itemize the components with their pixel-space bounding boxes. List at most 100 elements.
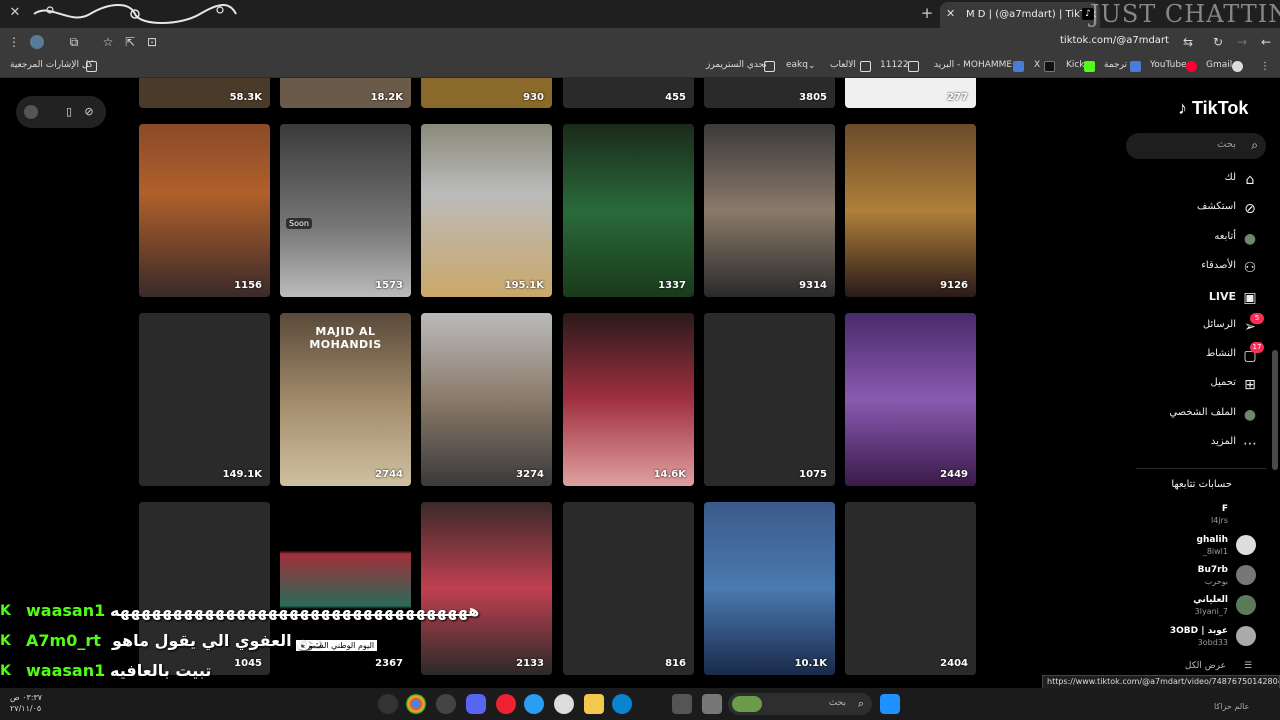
sidebar-item-friends[interactable]: الأصدقاء ⚇ <box>1150 257 1266 279</box>
app-icon[interactable] <box>496 694 516 714</box>
view-count: 277 <box>947 92 968 103</box>
bookmark-star-icon[interactable]: ☆ <box>100 34 116 50</box>
address-bar[interactable]: tiktok.com/@a7mdart <box>1060 35 1169 46</box>
sidebar-item-label: الملف الشخصي <box>1169 407 1236 418</box>
following-account[interactable]: Fl4jrs <box>1130 502 1260 532</box>
new-tab-icon[interactable]: + <box>920 5 934 21</box>
more-bookmarks-icon[interactable]: ⋮ <box>1260 61 1271 72</box>
video-tile[interactable]: 10.1K <box>704 502 835 675</box>
bookmark-games[interactable]: الالعاب <box>830 60 856 70</box>
video-tile[interactable]: 18.2K <box>280 78 411 108</box>
chat-message: Kwaasan1 هههههههههههههههههههههههههههههههه… <box>0 601 479 623</box>
steam-icon[interactable] <box>436 694 456 714</box>
video-tile[interactable]: 455 <box>563 78 694 108</box>
video-tile[interactable]: 277 <box>845 78 976 108</box>
folder-icon <box>908 61 919 72</box>
taskbar-clock[interactable]: ٠٣:٣٧ ص ٢٧/١١/٠٥ <box>10 692 42 714</box>
search-input[interactable]: بحث ⌕ <box>1126 133 1266 159</box>
soon-label: Soon <box>286 218 312 229</box>
video-thumbnail <box>704 502 835 675</box>
taskbar-search[interactable]: بحث ⌕ <box>728 693 872 715</box>
share-icon[interactable]: ⇱ <box>122 34 138 50</box>
app-icon[interactable] <box>524 694 544 714</box>
avatar <box>1236 535 1256 555</box>
notification-badge: 5 <box>1250 313 1264 324</box>
bookmark-translate[interactable]: ترجمة <box>1104 60 1127 70</box>
video-tile[interactable]: 2449 <box>845 313 976 486</box>
install-app-icon[interactable]: ⊡ <box>144 34 160 50</box>
video-tile[interactable]: 930 <box>421 78 552 108</box>
obs-icon[interactable] <box>378 694 398 714</box>
page-scrollbar[interactable] <box>1272 80 1278 680</box>
sidebar-item-profile-avatar[interactable]: الملف الشخصي ● <box>1150 404 1266 426</box>
video-thumbnail <box>563 124 694 297</box>
video-tile[interactable]: 1156 <box>139 124 270 297</box>
bookmark-x[interactable]: X <box>1034 60 1040 70</box>
bookmark-11122[interactable]: 11122 <box>880 60 909 70</box>
sidebar-item-live[interactable]: LIVE ▣ <box>1150 287 1266 309</box>
compass-icon[interactable]: ⊘ <box>82 105 96 119</box>
bookmark-eakq[interactable]: eakq <box>786 60 808 70</box>
video-tile[interactable]: 2404 <box>845 502 976 675</box>
extensions-icon[interactable]: ⧉ <box>66 34 82 50</box>
kebab-menu-icon[interactable]: ⋮ <box>6 34 22 50</box>
sidebar-item-following-avatar[interactable]: أتابعه ● <box>1150 228 1266 250</box>
video-tile[interactable]: 3805 <box>704 78 835 108</box>
video-tile[interactable]: 2133 <box>421 502 552 675</box>
video-tile[interactable]: 3274 <box>421 313 552 486</box>
video-tile[interactable]: 149.1K <box>139 313 270 486</box>
tiktok-logo[interactable]: ♪ TikTok <box>1178 98 1258 122</box>
video-tile[interactable]: 14.6K <box>563 313 694 486</box>
site-settings-icon[interactable]: ⇆ <box>1180 34 1196 50</box>
video-tile[interactable]: Soon 1573 <box>280 124 411 297</box>
video-tile[interactable]: 195.1K <box>421 124 552 297</box>
following-account[interactable]: Bu7rb بوحرب <box>1130 563 1260 593</box>
video-tile[interactable]: 9314 <box>704 124 835 297</box>
forward-icon[interactable]: → <box>1234 34 1250 50</box>
bookmark-streamers-challenge[interactable]: تحدي الستريمرز <box>706 60 767 70</box>
browser-toolbar: ⋮ ⧉ ☆ ⇱ ⊡ tiktok.com/@a7mdart ⇆ ↻ → ← <box>0 28 1280 56</box>
discord-icon[interactable] <box>466 694 486 714</box>
video-tile[interactable]: 816 <box>563 502 694 675</box>
bookmark-youtube[interactable]: YouTube <box>1150 60 1187 70</box>
windows-start-icon[interactable] <box>880 694 900 714</box>
view-count: 2133 <box>516 658 544 669</box>
back-icon[interactable]: ← <box>1258 34 1274 50</box>
sidebar-item-more[interactable]: المزيد ⋯ <box>1150 433 1266 455</box>
store-icon[interactable] <box>672 694 692 714</box>
tab-tiktok[interactable]: ✕ M D | (@a7mdart) | TikTok ♪ <box>940 2 1100 28</box>
sidebar-item-activity[interactable]: النشاط ▢ 17 <box>1150 342 1266 367</box>
video-tile[interactable]: MAJID AL MOHANDIS 2744 <box>280 313 411 486</box>
mobile-icon[interactable]: ▯ <box>62 105 76 119</box>
chrome-icon[interactable] <box>406 694 426 714</box>
video-tile[interactable]: 1337 <box>563 124 694 297</box>
video-tile[interactable]: 58.3K <box>139 78 270 108</box>
reload-icon[interactable]: ↻ <box>1210 34 1226 50</box>
see-all-link[interactable]: عرض الكل <box>1185 661 1226 671</box>
tab-close-icon[interactable]: ✕ <box>946 7 955 20</box>
following-account[interactable]: ghalih _8iwl1 <box>1130 533 1260 563</box>
hp-icon[interactable] <box>554 694 574 714</box>
youtube-icon <box>1186 61 1197 72</box>
edge-icon[interactable] <box>612 694 632 714</box>
bookmark-mail[interactable]: البريد - MOHAMME... <box>934 60 1021 70</box>
task-view-icon[interactable] <box>702 694 722 714</box>
bookmark-all[interactable]: كل الإشارات المرجعية <box>10 60 93 70</box>
video-tile[interactable]: 9126 <box>845 124 976 297</box>
avatar-icon[interactable] <box>24 105 38 119</box>
file-explorer-icon[interactable] <box>584 694 604 714</box>
sidebar-item-messages[interactable]: الرسائل ➢ 5 <box>1150 313 1266 338</box>
profile-avatar-icon[interactable] <box>30 35 44 49</box>
sidebar-item-compass[interactable]: استكشف ⊘ <box>1150 198 1266 220</box>
video-tile[interactable]: 1075 <box>704 313 835 486</box>
following-account[interactable]: العلياني 3lyani_7 <box>1130 593 1260 623</box>
scrollbar-thumb[interactable] <box>1272 350 1278 470</box>
view-count: 2449 <box>940 469 968 480</box>
sidebar-item-upload[interactable]: تحميل ⊞ <box>1150 374 1266 396</box>
window-close-icon[interactable]: ✕ <box>8 6 22 20</box>
bookmark-gmail[interactable]: Gmail <box>1206 60 1232 70</box>
search-icon[interactable]: ⌕ <box>1251 138 1258 153</box>
sidebar-item-home[interactable]: لك ⌂ <box>1150 169 1266 191</box>
following-account[interactable]: 3OBD | عوبد 3obd33 <box>1130 624 1260 654</box>
bookmark-kick[interactable]: Kick <box>1066 60 1085 70</box>
